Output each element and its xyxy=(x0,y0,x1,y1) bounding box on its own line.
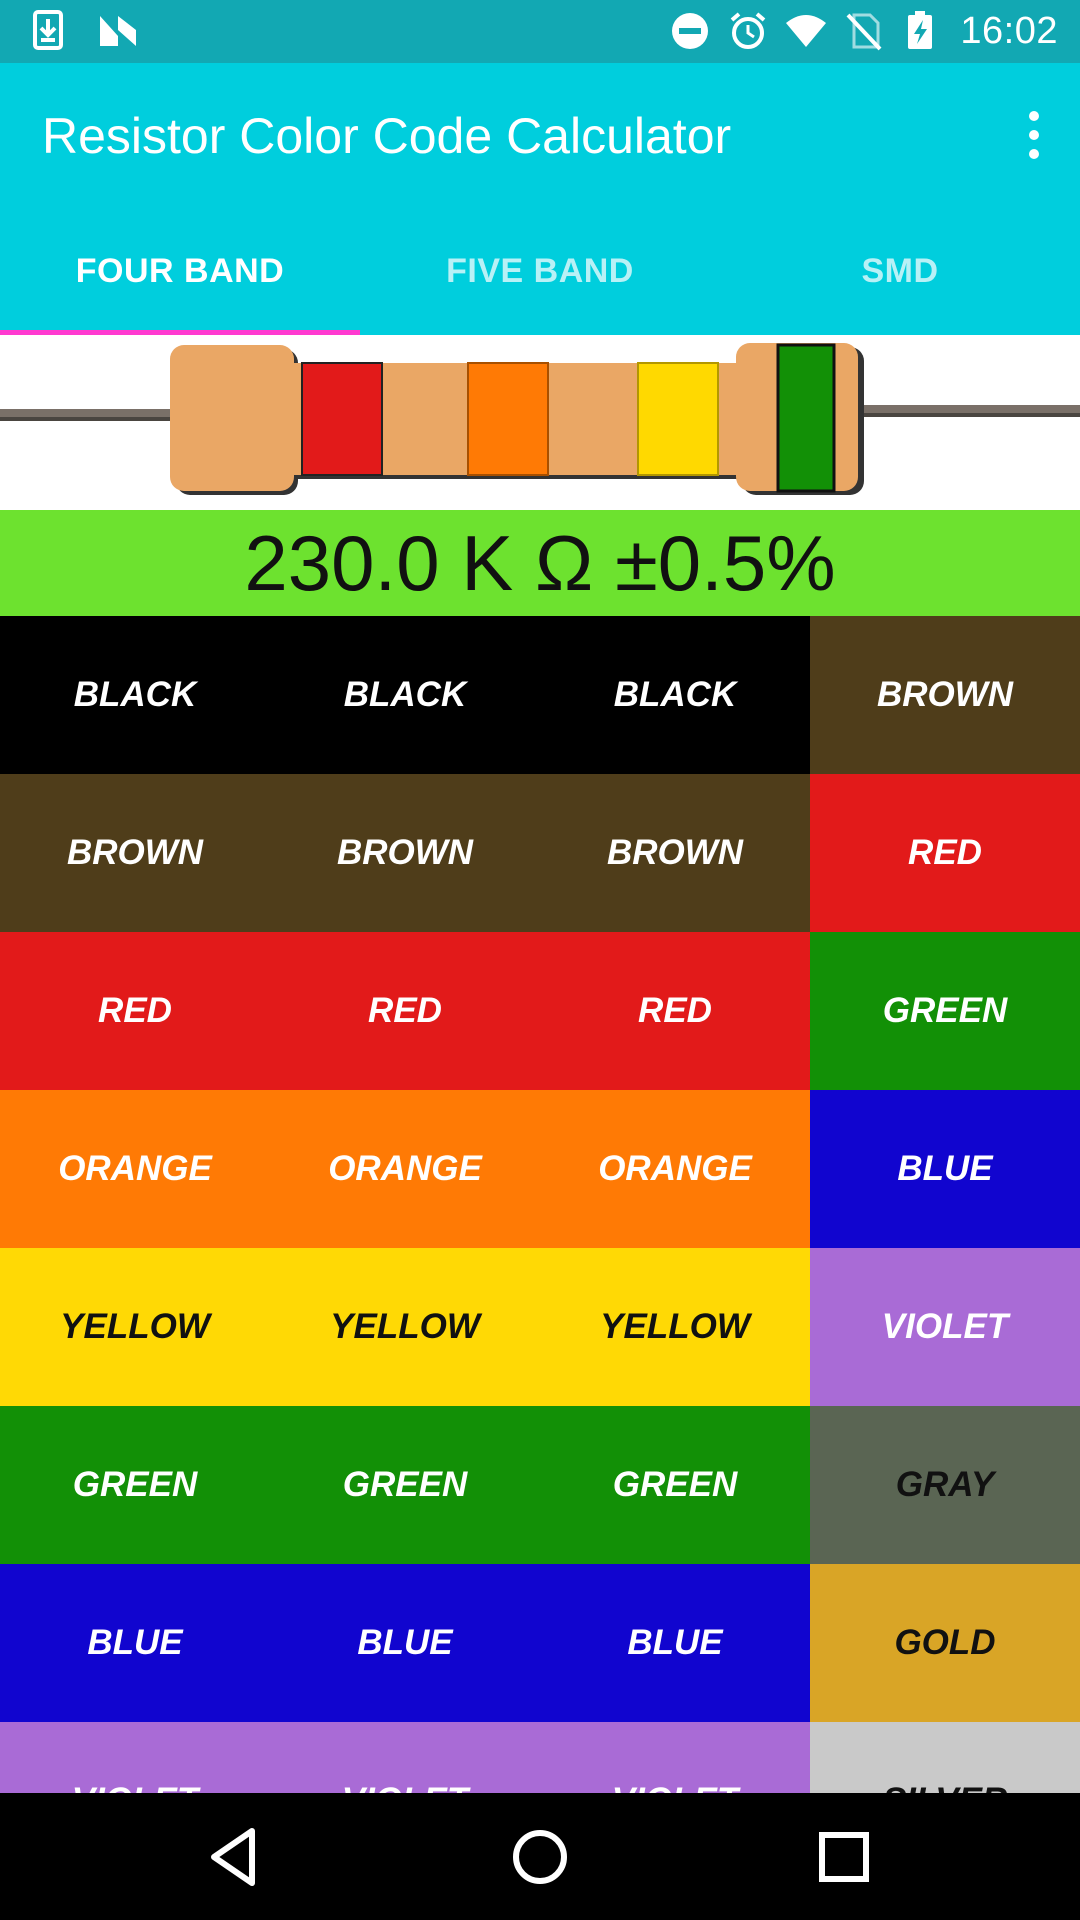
color-option-band-4-violet[interactable]: VIOLET xyxy=(810,1248,1080,1406)
color-option-band-2-violet[interactable]: VIOLET xyxy=(270,1722,540,1793)
app-title: Resistor Color Code Calculator xyxy=(42,108,732,164)
tab-bar: FOUR BAND FIVE BAND SMD xyxy=(0,208,1080,335)
color-option-band-3-red[interactable]: RED xyxy=(540,932,810,1090)
status-right-icons: 16:02 xyxy=(670,8,1058,54)
color-option-band-3-orange[interactable]: ORANGE xyxy=(540,1090,810,1248)
battery-charging-icon xyxy=(908,11,933,49)
resistor-body-left-cap xyxy=(170,345,294,491)
color-grid-row: BROWN BROWN BROWN RED xyxy=(0,774,1080,932)
color-grid-row: RED RED RED GREEN xyxy=(0,932,1080,1090)
resistor-band-3 xyxy=(637,362,719,476)
color-option-band-1-yellow[interactable]: YELLOW xyxy=(0,1248,270,1406)
color-grid-row: GREEN GREEN GREEN GRAY xyxy=(0,1406,1080,1564)
color-option-band-2-blue[interactable]: BLUE xyxy=(270,1564,540,1722)
menu-dot xyxy=(1029,111,1039,121)
do-not-disturb-icon xyxy=(672,13,709,49)
color-option-band-2-brown[interactable]: BROWN xyxy=(270,774,540,932)
resistance-result: 230.0 K Ω ±0.5% xyxy=(0,510,1080,616)
color-option-band-2-red[interactable]: RED xyxy=(270,932,540,1090)
color-grid-row: ORANGE ORANGE ORANGE BLUE xyxy=(0,1090,1080,1248)
color-option-band-3-black[interactable]: BLACK xyxy=(540,616,810,774)
color-option-band-3-violet[interactable]: VIOLET xyxy=(540,1722,810,1793)
no-sim-icon xyxy=(846,13,882,51)
resistor-band-1 xyxy=(301,362,383,476)
color-option-band-3-blue[interactable]: BLUE xyxy=(540,1564,810,1722)
overflow-menu-icon[interactable] xyxy=(1012,103,1056,167)
color-grid-row: VIOLETVIOLETVIOLETSILVER xyxy=(0,1722,1080,1793)
color-grid-row: BLACK BLACK BLACK BROWN xyxy=(0,616,1080,774)
resistor-illustration xyxy=(0,335,1080,510)
color-option-band-1-red[interactable]: RED xyxy=(0,932,270,1090)
color-option-band-3-brown[interactable]: BROWN xyxy=(540,774,810,932)
home-icon[interactable] xyxy=(506,1823,574,1891)
download-icon xyxy=(33,10,63,50)
recents-icon[interactable] xyxy=(810,1823,878,1891)
menu-dot xyxy=(1029,130,1039,140)
status-time: 16:02 xyxy=(960,9,1058,52)
color-option-band-4-blue[interactable]: BLUE xyxy=(810,1090,1080,1248)
tab-smd[interactable]: SMD xyxy=(720,208,1080,335)
color-option-band-2-black[interactable]: BLACK xyxy=(270,616,540,774)
color-option-band-1-brown[interactable]: BROWN xyxy=(0,774,270,932)
color-option-band-2-yellow[interactable]: YELLOW xyxy=(270,1248,540,1406)
color-grid-row: YELLOW YELLOW YELLOW VIOLET xyxy=(0,1248,1080,1406)
color-option-band-4-gold[interactable]: GOLD xyxy=(810,1564,1080,1722)
color-option-band-4-red[interactable]: RED xyxy=(810,774,1080,932)
color-option-band-1-blue[interactable]: BLUE xyxy=(0,1564,270,1722)
color-grid-row: BLUE BLUE BLUE GOLD xyxy=(0,1564,1080,1722)
tab-four-band[interactable]: FOUR BAND xyxy=(0,208,360,335)
resistor-image xyxy=(0,343,1080,495)
color-option-band-1-orange[interactable]: ORANGE xyxy=(0,1090,270,1248)
n-logo-icon xyxy=(100,16,136,46)
resistor-band-4 xyxy=(776,343,836,493)
status-bar: 16:02 xyxy=(0,0,1080,63)
color-option-band-3-yellow[interactable]: YELLOW xyxy=(540,1248,810,1406)
tab-five-band[interactable]: FIVE BAND xyxy=(360,208,720,335)
color-option-band-1-green[interactable]: GREEN xyxy=(0,1406,270,1564)
color-option-band-4-silver[interactable]: SILVER xyxy=(810,1722,1080,1793)
back-icon[interactable] xyxy=(200,1823,268,1891)
color-option-band-3-green[interactable]: GREEN xyxy=(540,1406,810,1564)
color-option-band-1-violet[interactable]: VIOLET xyxy=(0,1722,270,1793)
color-option-band-4-brown[interactable]: BROWN xyxy=(810,616,1080,774)
status-left-icons xyxy=(28,10,138,50)
color-option-band-4-green[interactable]: GREEN xyxy=(810,932,1080,1090)
navigation-bar xyxy=(0,1793,1080,1920)
menu-dot xyxy=(1029,149,1039,159)
alarm-icon xyxy=(731,12,766,49)
resistor-band-2 xyxy=(467,362,549,476)
color-option-band-2-green[interactable]: GREEN xyxy=(270,1406,540,1564)
color-option-band-1-black[interactable]: BLACK xyxy=(0,616,270,774)
color-option-band-4-gray[interactable]: GRAY xyxy=(810,1406,1080,1564)
wifi-icon xyxy=(786,15,827,47)
app-bar: Resistor Color Code Calculator xyxy=(0,63,1080,208)
color-option-band-2-orange[interactable]: ORANGE xyxy=(270,1090,540,1248)
color-grid: BLACK BLACK BLACK BROWN BROWN BROWN BROWN RED RE… xyxy=(0,616,1080,1793)
resistance-value: 230.0 K Ω ±0.5% xyxy=(244,518,836,607)
